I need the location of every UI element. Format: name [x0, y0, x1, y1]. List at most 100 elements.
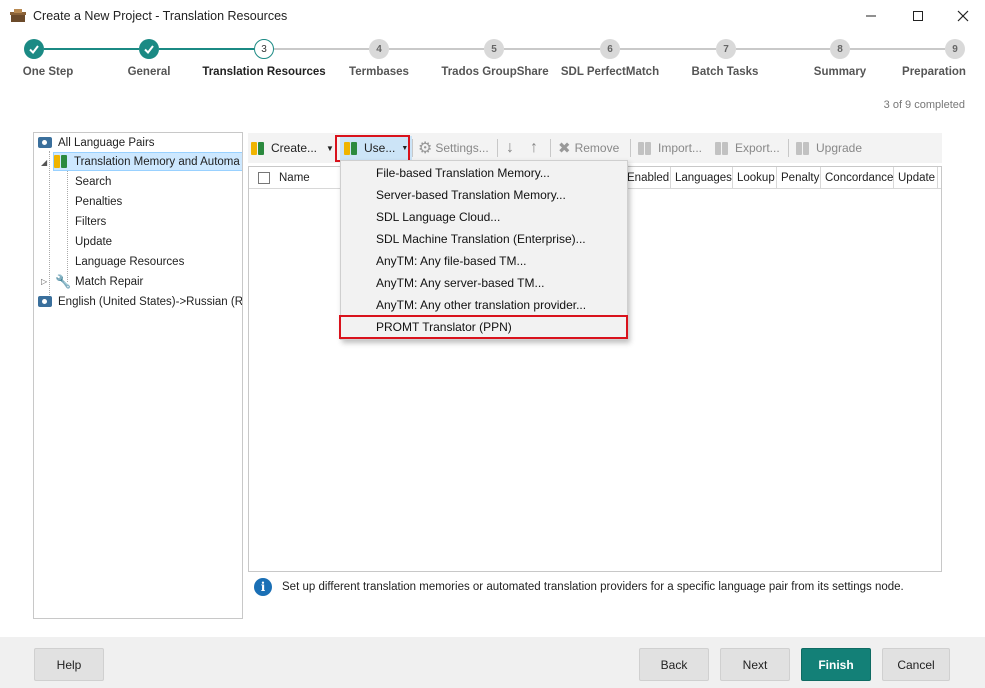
export-button[interactable]: Export... [715, 136, 780, 160]
tree-item-label: All Language Pairs [58, 136, 155, 149]
menu-item-server-based-tm[interactable]: Server-based Translation Memory... [341, 184, 627, 206]
tree-item-label: Language Resources [75, 255, 185, 268]
remove-button[interactable]: ✖ Remove [558, 136, 619, 160]
step-8-label[interactable]: Summary [814, 66, 866, 78]
arrow-up-icon: ↑ [530, 139, 538, 156]
step-4-label[interactable]: Termbases [349, 66, 409, 78]
step-7-label[interactable]: Batch Tasks [692, 66, 759, 78]
minimize-button[interactable] [848, 0, 894, 32]
use-button-highlight [335, 135, 410, 162]
tree-item-english-russian[interactable]: English (United States)->Russian (Ru [38, 292, 243, 311]
help-button[interactable]: Help [34, 648, 104, 681]
step-1-label[interactable]: One Step [23, 66, 73, 78]
step-6-circle[interactable]: 6 [600, 39, 620, 59]
tree-item-label: Filters [75, 215, 107, 228]
toolbar-separator [497, 139, 498, 157]
tree-item-label: English (United States)->Russian (Ru [58, 295, 243, 308]
tree-item-all-language-pairs[interactable]: All Language Pairs [38, 133, 155, 152]
cancel-button[interactable]: Cancel [882, 648, 950, 681]
tree-guide-line [49, 151, 50, 303]
expand-caret-icon[interactable]: ▷ [41, 277, 47, 286]
menu-item-sdl-machine-translation[interactable]: SDL Machine Translation (Enterprise)... [341, 228, 627, 250]
back-button[interactable]: Back [639, 648, 709, 681]
tree-guide-line [67, 171, 68, 282]
step-3-label[interactable]: Translation Resources [202, 66, 325, 78]
toolbar-separator [412, 139, 413, 157]
toolbar-separator [630, 139, 631, 157]
remove-x-icon: ✖ [558, 140, 571, 157]
menu-item-anytm-file-based[interactable]: AnyTM: Any file-based TM... [341, 250, 627, 272]
select-all-checkbox[interactable] [258, 172, 270, 184]
import-icon [638, 141, 652, 155]
upgrade-button[interactable]: Upgrade [796, 136, 862, 160]
step-1-circle[interactable] [24, 39, 44, 59]
use-dropdown-menu: File-based Translation Memory... Server-… [340, 160, 628, 340]
step-connector [504, 48, 600, 50]
translation-memory-icon [54, 155, 68, 168]
title-bar: Create a New Project - Translation Resou… [0, 0, 985, 32]
step-connector [44, 48, 139, 50]
step-connector [620, 48, 716, 50]
checkmark-icon [29, 45, 39, 55]
tree-item-match-repair[interactable]: 🔧 Match Repair [55, 272, 143, 291]
step-connector [274, 48, 369, 50]
language-pair-tree[interactable]: All Language Pairs ◢ Translation Memory … [33, 132, 243, 619]
tree-item-translation-memory[interactable]: Translation Memory and Automa [53, 152, 242, 171]
menu-item-anytm-other-provider[interactable]: AnyTM: Any other translation provider... [341, 294, 627, 316]
language-pair-icon [38, 296, 52, 307]
checkmark-icon [144, 45, 154, 55]
step-5-circle[interactable]: 5 [484, 39, 504, 59]
column-header-penalty[interactable]: Penalty [777, 167, 821, 189]
dropdown-arrow-icon: ▼ [326, 143, 334, 153]
step-9-label[interactable]: Preparation [902, 66, 966, 78]
step-5-label[interactable]: Trados GroupShare [441, 66, 548, 78]
step-4-circle[interactable]: 4 [369, 39, 389, 59]
info-text: Set up different translation memories or… [282, 581, 904, 593]
progress-text: 3 of 9 completed [883, 99, 965, 111]
column-header-lookup[interactable]: Lookup [733, 167, 777, 189]
promt-item-highlight [339, 315, 628, 339]
column-header-languages[interactable]: Languages [671, 167, 733, 189]
menu-item-sdl-language-cloud[interactable]: SDL Language Cloud... [341, 206, 627, 228]
step-7-circle[interactable]: 7 [716, 39, 736, 59]
create-button[interactable]: Create... ▼ [251, 136, 334, 160]
toolbar-separator [550, 139, 551, 157]
step-6-label[interactable]: SDL PerfectMatch [561, 66, 659, 78]
minimize-icon [866, 15, 876, 17]
info-icon: i [254, 578, 272, 596]
tree-item-update[interactable]: Update [75, 232, 112, 251]
column-header-update[interactable]: Update [894, 167, 938, 189]
column-header-concordance[interactable]: Concordance [821, 167, 894, 189]
next-button[interactable]: Next [720, 648, 790, 681]
tree-item-search[interactable]: Search [75, 172, 111, 191]
settings-button[interactable]: ⚙ Settings... [418, 136, 489, 160]
import-button[interactable]: Import... [638, 136, 702, 160]
arrow-down-icon: ↓ [506, 139, 514, 156]
menu-item-file-based-tm[interactable]: File-based Translation Memory... [341, 162, 627, 184]
step-connector [736, 48, 830, 50]
tree-item-penalties[interactable]: Penalties [75, 192, 122, 211]
maximize-button[interactable] [895, 0, 941, 32]
gear-icon: ⚙ [418, 140, 433, 157]
language-pair-icon [38, 137, 52, 148]
finish-button[interactable]: Finish [801, 648, 871, 681]
step-2-circle[interactable] [139, 39, 159, 59]
move-down-button[interactable]: ↓ [506, 136, 514, 160]
tree-item-label: Translation Memory and Automa [74, 155, 240, 168]
column-header-enabled[interactable]: Enabled [623, 167, 671, 189]
menu-item-anytm-server-based[interactable]: AnyTM: Any server-based TM... [341, 272, 627, 294]
step-2-label[interactable]: General [128, 66, 171, 78]
move-up-button[interactable]: ↑ [530, 136, 538, 160]
close-button[interactable] [940, 0, 985, 32]
step-3-circle[interactable]: 3 [254, 39, 274, 59]
tree-item-language-resources[interactable]: Language Resources [75, 252, 184, 271]
step-8-circle[interactable]: 8 [830, 39, 850, 59]
window-title: Create a New Project - Translation Resou… [33, 9, 288, 23]
tree-item-label: Match Repair [75, 275, 144, 288]
step-9-circle[interactable]: 9 [945, 39, 965, 59]
remove-button-label: Remove [574, 141, 620, 155]
app-icon [10, 9, 26, 22]
tree-item-filters[interactable]: Filters [75, 212, 106, 231]
translation-memory-icon [251, 141, 265, 155]
collapse-caret-icon[interactable]: ◢ [41, 158, 47, 167]
